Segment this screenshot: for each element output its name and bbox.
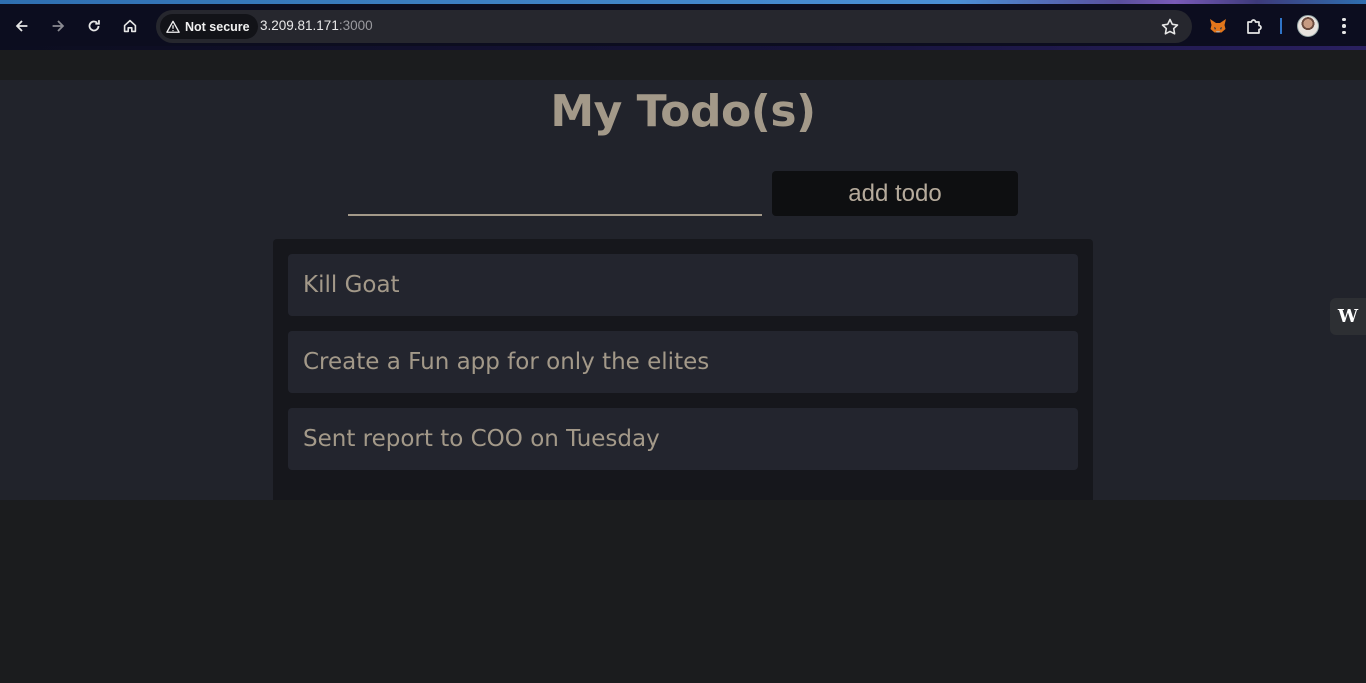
back-button[interactable] bbox=[8, 12, 36, 40]
url-port: :3000 bbox=[338, 18, 373, 33]
toolbar-divider bbox=[1280, 18, 1282, 34]
todo-item[interactable]: Kill Goat bbox=[288, 254, 1078, 316]
extensions-button[interactable] bbox=[1242, 14, 1266, 38]
browser-menu-button[interactable] bbox=[1334, 14, 1354, 38]
metamask-fox-icon bbox=[1210, 19, 1226, 33]
forward-icon bbox=[52, 20, 65, 32]
profile-avatar[interactable] bbox=[1297, 15, 1319, 37]
home-icon bbox=[123, 19, 137, 33]
security-indicator[interactable]: Not secure bbox=[160, 14, 258, 39]
address-bar[interactable]: Not secure 3.209.81.171:3000 bbox=[156, 10, 1192, 43]
metamask-extension-button[interactable] bbox=[1206, 14, 1230, 38]
forward-button[interactable] bbox=[44, 12, 72, 40]
warning-icon bbox=[166, 20, 180, 33]
home-button[interactable] bbox=[116, 12, 144, 40]
reload-icon bbox=[88, 20, 100, 32]
extensions-puzzle-icon bbox=[1247, 19, 1262, 34]
todo-item[interactable]: Create a Fun app for only the elites bbox=[288, 331, 1078, 393]
side-widget-label: W bbox=[1337, 306, 1359, 327]
url-text[interactable]: 3.209.81.171:3000 bbox=[260, 18, 373, 33]
todo-app: My Todo(s) add todo Kill Goat Create a F… bbox=[0, 80, 1366, 500]
browser-toolbar: Not secure 3.209.81.171:3000 bbox=[0, 0, 1366, 50]
reload-button[interactable] bbox=[80, 12, 108, 40]
page-title: My Todo(s) bbox=[550, 86, 816, 137]
tab-strip-edge bbox=[0, 0, 1366, 4]
page-viewport: My Todo(s) add todo Kill Goat Create a F… bbox=[0, 50, 1366, 683]
todo-item[interactable]: Sent report to COO on Tuesday bbox=[288, 408, 1078, 470]
url-host: 3.209.81.171 bbox=[260, 18, 339, 33]
bookmark-button[interactable] bbox=[1160, 17, 1180, 37]
page-top-strip bbox=[0, 50, 1366, 80]
back-icon bbox=[15, 20, 28, 32]
side-widget-w-button[interactable]: W bbox=[1330, 298, 1366, 335]
add-todo-button[interactable]: add todo bbox=[772, 171, 1018, 216]
star-icon bbox=[1161, 18, 1179, 35]
todo-input[interactable] bbox=[348, 174, 762, 216]
kebab-menu-icon bbox=[1342, 17, 1346, 22]
security-label: Not secure bbox=[185, 19, 250, 34]
todo-list: Kill Goat Create a Fun app for only the … bbox=[273, 239, 1093, 500]
